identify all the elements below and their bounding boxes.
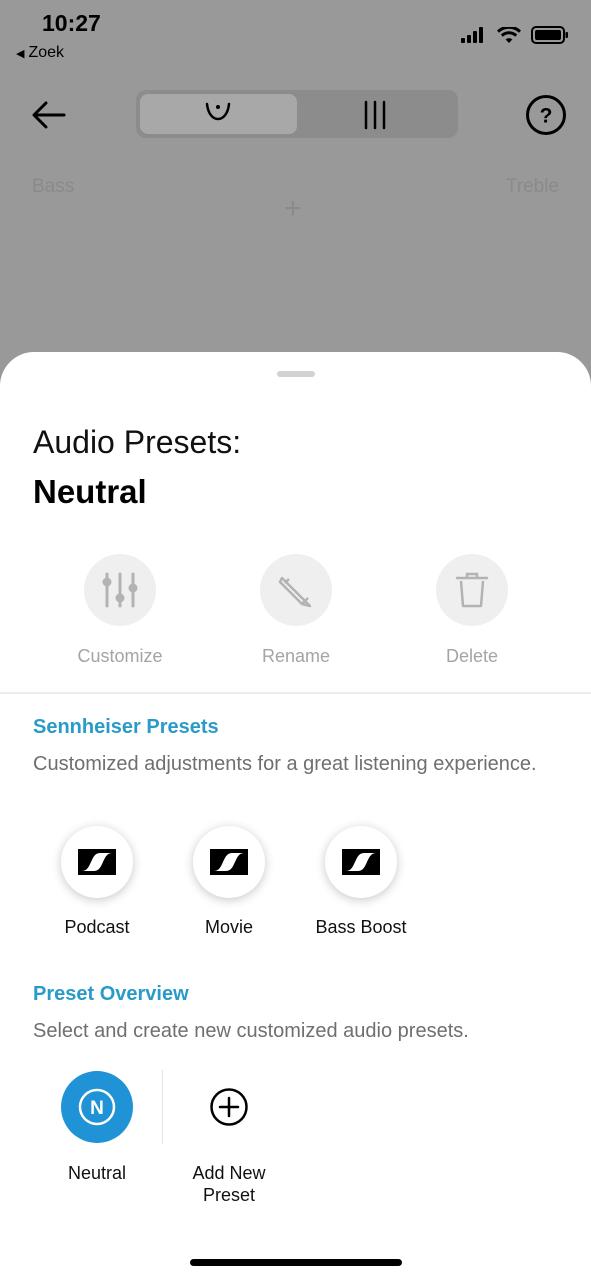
customize-label: Customize [77, 646, 163, 666]
preset-movie-circle [193, 826, 265, 898]
preset-podcast[interactable]: Podcast [32, 826, 162, 938]
preset-overview-title: Preset Overview [33, 983, 189, 1005]
sennheiser-presets-title: Sennheiser Presets [33, 716, 219, 738]
home-indicator[interactable] [190, 1259, 402, 1266]
rename-button[interactable]: Rename [236, 554, 356, 667]
section-divider [0, 692, 591, 694]
eq-mode-segmented-control [136, 90, 458, 138]
add-new-preset-circle [193, 1071, 265, 1143]
trash-icon [455, 572, 489, 608]
sheet-grabber[interactable] [277, 371, 315, 377]
delete-label: Delete [445, 646, 499, 666]
plus-circle-icon [210, 1088, 248, 1126]
top-navigation: ? [0, 88, 591, 142]
delete-icon-circle [436, 554, 508, 626]
rename-icon-circle [260, 554, 332, 626]
pencil-icon [278, 576, 312, 608]
back-to-app-link[interactable]: ◀ Zoek [16, 44, 64, 62]
svg-text:?: ? [540, 105, 553, 128]
preset-bass-boost-circle [325, 826, 397, 898]
eq-treble-label: Treble [505, 176, 559, 197]
arrow-left-icon[interactable] [28, 94, 70, 136]
status-icons [461, 26, 569, 44]
wifi-icon [497, 26, 521, 43]
sliders-icon [102, 572, 138, 608]
sennheiser-logo-icon [78, 849, 116, 875]
sennheiser-presets-description: Customized adjustments for a great liste… [33, 753, 537, 775]
customize-icon-circle [84, 554, 156, 626]
status-bar: 10:27 ◀ Zoek [0, 0, 591, 70]
curve-eq-icon[interactable] [201, 98, 235, 132]
preset-neutral[interactable]: N Neutral [32, 1071, 162, 1184]
status-time: 10:27 [42, 10, 101, 36]
preset-overview-description: Select and create new customized audio p… [33, 1020, 469, 1042]
eq-center-plus-icon[interactable]: + [284, 192, 302, 226]
back-app-label: Zoek [28, 44, 65, 61]
sheet-title: Audio Presets: [33, 424, 242, 460]
customize-button[interactable]: Customize [60, 554, 180, 667]
cellular-signal-icon [461, 27, 483, 43]
delete-button[interactable]: Delete [412, 554, 532, 667]
svg-text:N: N [90, 1098, 104, 1119]
sennheiser-logo-icon [342, 849, 380, 875]
sennheiser-logo-icon [210, 849, 248, 875]
question-circle-icon[interactable]: ? [525, 94, 567, 136]
battery-icon [531, 26, 568, 44]
add-new-preset-button[interactable]: Add New Preset [164, 1071, 294, 1206]
preset-movie[interactable]: Movie [164, 826, 294, 938]
preset-bass-boost[interactable]: Bass Boost [296, 826, 426, 938]
audio-presets-sheet: Audio Presets: Neutral Customize Rename … [0, 352, 591, 1280]
add-new-preset-label: Add New Preset [192, 1163, 266, 1205]
preset-bass-boost-label: Bass Boost [315, 917, 407, 937]
eq-bass-label: Bass [32, 176, 75, 197]
preset-podcast-circle [61, 826, 133, 898]
preset-podcast-label: Podcast [64, 917, 130, 937]
preset-neutral-label: Neutral [67, 1163, 127, 1183]
neutral-badge-icon: N [78, 1088, 116, 1126]
preset-movie-label: Movie [204, 917, 253, 937]
overview-divider [162, 1070, 163, 1144]
current-preset-name: Neutral [33, 473, 147, 510]
bars-eq-icon[interactable] [358, 98, 392, 132]
rename-label: Rename [261, 646, 331, 666]
back-triangle-icon: ◀ [16, 47, 25, 60]
preset-neutral-circle: N [61, 1071, 133, 1143]
